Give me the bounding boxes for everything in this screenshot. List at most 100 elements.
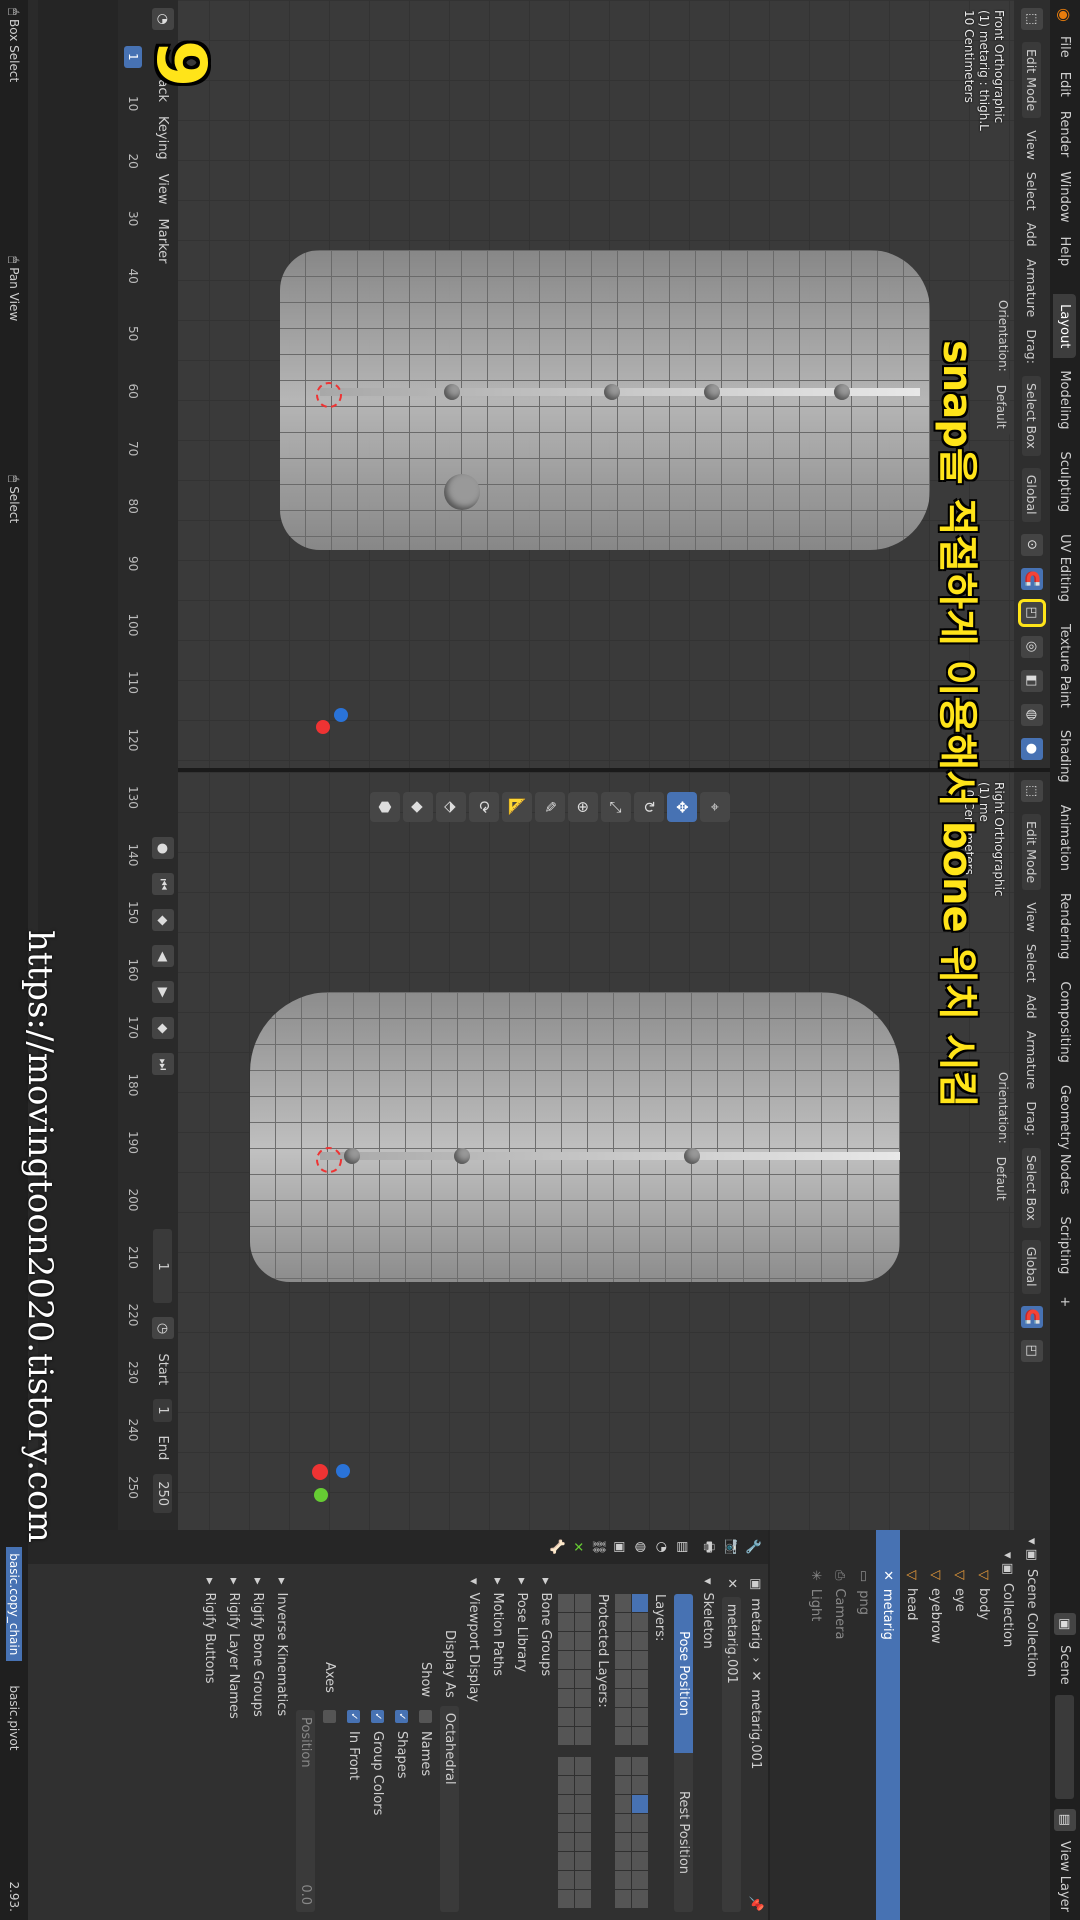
jump-start-icon[interactable]: ⏮	[152, 873, 174, 896]
tab-scripting[interactable]: Scripting	[1054, 1207, 1077, 1285]
render-tab-icon[interactable]: 📷	[724, 1539, 739, 1555]
menu-render[interactable]: Render	[1058, 111, 1073, 157]
gizmo-x-axis-icon[interactable]	[312, 1464, 328, 1480]
bone-groups-panel[interactable]: ▸ Bone Groups	[534, 1570, 558, 1920]
clock-icon[interactable]: ◷	[152, 1317, 174, 1340]
right-transform-orientation[interactable]: Global	[1022, 1239, 1042, 1294]
tab-layout[interactable]: Layout	[1053, 294, 1077, 359]
snap-target-icon[interactable]: ◰	[1021, 1339, 1043, 1362]
proportional-edit-icon[interactable]: ◎	[1021, 635, 1043, 658]
left-view-menu[interactable]: View	[1025, 130, 1040, 160]
pose-position-button[interactable]: Pose Position	[674, 1594, 694, 1753]
play-icon[interactable]: ▶	[152, 981, 174, 1004]
editor-type-icon[interactable]: ◔	[152, 8, 174, 30]
playhead[interactable]: 1	[124, 46, 142, 68]
motion-paths-panel[interactable]: ▸ Motion Paths	[486, 1570, 510, 1920]
protected-layers-grid[interactable]	[558, 1757, 591, 1908]
navigation-gizmo[interactable]	[300, 690, 350, 740]
timeline-ruler[interactable]: 1 10 20 30 40 50 60 70 80 90 100 110 120 130 140 150 16…	[120, 0, 144, 1530]
tab-sculpting[interactable]: Sculpting	[1054, 441, 1077, 522]
group-colors-checkbox[interactable]: ✓	[371, 1710, 385, 1723]
current-frame-field[interactable]: 1	[153, 1229, 173, 1304]
outliner-item-light[interactable]: ✳ Light	[804, 1530, 828, 1920]
show-names-row[interactable]: Show Names	[414, 1570, 438, 1920]
right-armature-menu[interactable]: Armature	[1025, 1031, 1040, 1090]
view-layer-tab-icon[interactable]: ▤	[675, 1541, 690, 1553]
navigation-gizmo[interactable]	[290, 1442, 350, 1502]
show-group-colors-row[interactable]: ✓ Group Colors	[366, 1570, 390, 1920]
outliner-item-png[interactable]: ▭ png	[852, 1530, 876, 1920]
pin-icon[interactable]: 📌	[749, 1896, 764, 1912]
inverse-kinematics-panel[interactable]: ▸ Inverse Kinematics	[270, 1570, 294, 1920]
tab-texture-paint[interactable]: Texture Paint	[1054, 614, 1077, 718]
rigify-layer-names-panel[interactable]: ▸ Rigify Layer Names	[222, 1570, 246, 1920]
marker-menu[interactable]: Marker	[156, 219, 171, 264]
axes-row[interactable]: Axes	[318, 1570, 342, 1920]
display-as-select[interactable]: Octahedral	[440, 1705, 460, 1912]
prev-key-icon[interactable]: ◆	[152, 909, 174, 932]
tool-extrude-icon[interactable]: ⬢	[370, 792, 400, 822]
scene-search-field[interactable]	[1055, 1694, 1075, 1799]
scene-label[interactable]: Scene	[1058, 1645, 1073, 1685]
layers-grid[interactable]	[615, 1757, 648, 1908]
tool-bone-size-icon[interactable]: ⬘	[436, 792, 466, 822]
left-3d-viewport[interactable]: ⬚ Edit Mode View Select Add Armature Dra…	[178, 0, 1050, 768]
tab-modeling[interactable]: Modeling	[1054, 360, 1077, 439]
gizmo-z-axis-icon[interactable]	[336, 1464, 350, 1478]
outliner-item-camera[interactable]: ⎙ Camera	[828, 1530, 852, 1920]
tool-annotate-icon[interactable]: ✎	[535, 792, 565, 822]
tool-roll-icon[interactable]: ⟳	[469, 792, 499, 822]
outliner-collection[interactable]: ▾ ▣ Collection	[996, 1530, 1020, 1920]
right-add-menu[interactable]: Add	[1025, 994, 1040, 1018]
tab-uv-editing[interactable]: UV Editing	[1054, 524, 1077, 612]
view-layer-icon[interactable]: ▤	[1054, 1808, 1076, 1831]
pivot-icon[interactable]: ⊙	[1021, 533, 1043, 556]
tool-transform-icon[interactable]: ⊕	[568, 792, 598, 822]
names-checkbox[interactable]	[419, 1710, 433, 1723]
start-field[interactable]: 1	[153, 1399, 173, 1422]
snap-toggle-icon[interactable]: 🧲	[1021, 567, 1043, 590]
pose-library-panel[interactable]: ▸ Pose Library	[510, 1570, 534, 1920]
output-tab-icon[interactable]: 🖶	[696, 1541, 718, 1553]
jump-end-icon[interactable]: ⏭	[152, 1053, 174, 1076]
editor-type-icon[interactable]: ⬚	[1021, 780, 1043, 802]
tool-move-icon[interactable]: ✥	[667, 792, 697, 822]
next-key-icon[interactable]: ◆	[152, 1017, 174, 1040]
left-transform-orientation[interactable]: Global	[1022, 467, 1042, 522]
right-mode-select[interactable]: Edit Mode	[1022, 814, 1042, 891]
gizmo-x-axis-icon[interactable]	[316, 720, 330, 734]
play-reverse-icon[interactable]: ◀	[152, 945, 174, 968]
tab-shading[interactable]: Shading	[1054, 720, 1077, 793]
position-field[interactable]: Position 0.0	[296, 1710, 316, 1912]
layers-grid[interactable]	[615, 1594, 648, 1745]
armature-data-field[interactable]: metarig.001	[722, 1596, 742, 1912]
rigify-buttons-panel[interactable]: ▸ Rigify Buttons	[198, 1570, 222, 1920]
add-workspace-button[interactable]: +	[1054, 1286, 1077, 1317]
left-drag-select[interactable]: Select Box	[1022, 375, 1042, 456]
world-tab-icon[interactable]: ◍	[633, 1541, 648, 1552]
axes-checkbox[interactable]	[323, 1710, 337, 1723]
menu-window[interactable]: Window	[1058, 171, 1073, 222]
gizmo-y-axis-icon[interactable]	[314, 1488, 328, 1502]
show-in-front-row[interactable]: ✓ In Front	[342, 1570, 366, 1920]
outliner-item-head[interactable]: ▽ head	[900, 1530, 924, 1920]
tool-cursor-icon[interactable]: ⌖	[700, 792, 730, 822]
outliner-item-metarig[interactable]: ✕ metarig	[876, 1530, 900, 1920]
left-armature-menu[interactable]: Armature	[1025, 259, 1040, 318]
shading-solid-icon[interactable]: ●	[1021, 737, 1043, 760]
view-menu[interactable]: View	[156, 174, 171, 205]
rest-position-button[interactable]: Rest Position	[674, 1753, 694, 1912]
right-3d-viewport[interactable]: ⬚ Edit Mode View Select Add Armature Dra…	[178, 772, 1050, 1530]
xray-icon[interactable]: ◧	[1021, 669, 1043, 692]
outliner-item-eyebrow[interactable]: ▽ eyebrow	[924, 1530, 948, 1920]
tool-tab-icon[interactable]: 🔧	[745, 1539, 760, 1555]
shapes-checkbox[interactable]: ✓	[395, 1710, 409, 1723]
right-drag-select[interactable]: Select Box	[1022, 1147, 1042, 1228]
scene-tab-icon[interactable]: ◔	[654, 1541, 669, 1552]
left-orientation-select[interactable]: Default	[992, 377, 1010, 436]
in-front-checkbox[interactable]: ✓	[347, 1710, 361, 1723]
right-orientation-select[interactable]: Default	[992, 1149, 1010, 1208]
tab-compositing[interactable]: Compositing	[1054, 971, 1077, 1073]
right-select-menu[interactable]: Select	[1025, 944, 1040, 983]
snap-toggle-icon[interactable]: 🧲	[1021, 1305, 1043, 1328]
